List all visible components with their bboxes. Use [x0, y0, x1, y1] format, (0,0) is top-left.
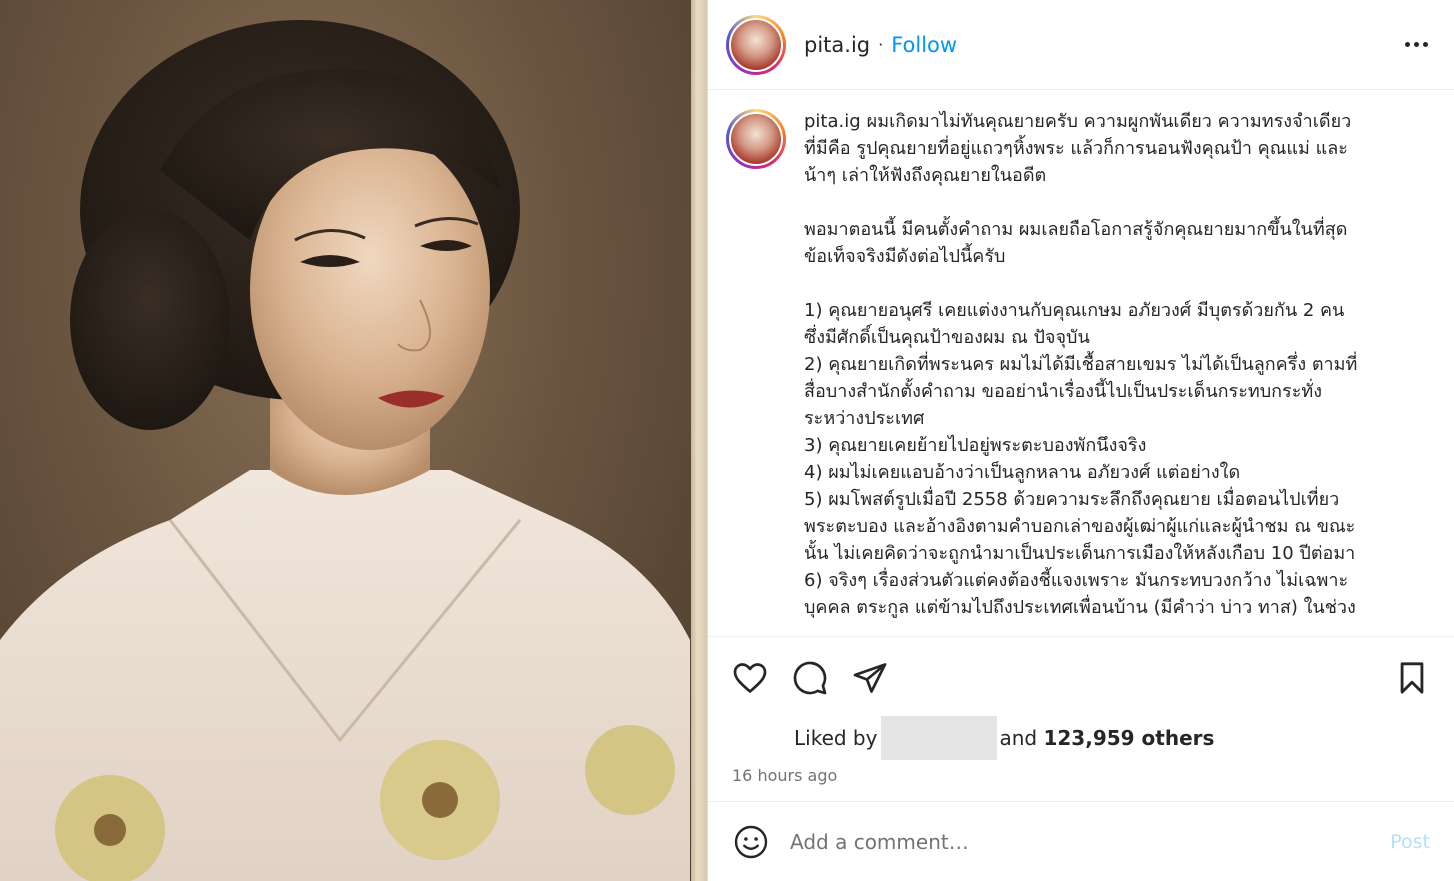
separator-dot: · [878, 35, 884, 54]
caption-avatar[interactable] [726, 109, 786, 169]
likes-and-label: and [999, 726, 1038, 750]
comment-icon[interactable] [790, 658, 830, 698]
comment-input[interactable] [790, 829, 1391, 854]
caption-line: ที่มีคือ รูปคุณยายที่อยู่แถวๆหิ้งพระ แล้… [804, 138, 1348, 159]
comment-bar: Post [708, 801, 1454, 881]
caption-area: pita.ig ผมเกิดมาไม่ทันคุณยายครับ ความผูกพ… [708, 90, 1454, 636]
likes-summary: Liked by and 123,959 others [708, 716, 1454, 760]
post-photo[interactable] [0, 0, 707, 881]
avatar-image [729, 17, 783, 72]
caption-text: pita.ig ผมเกิดมาไม่ทันคุณยายครับ ความผูกพ… [804, 108, 1424, 636]
caption-line: พอมาตอนนี้ มีคนตั้งคำถาม ผมเลยถือโอกาสรู… [804, 219, 1348, 240]
action-bar [708, 636, 1454, 718]
post-sidebar: pita.ig · Follow pita.ig ผมเกิดมาไม่ทันคุ… [707, 0, 1454, 881]
more-options-icon[interactable] [1396, 30, 1436, 60]
caption-line: 5) ผมโพสต์รูปเมื่อปี 2558 ด้วยความระลึกถ… [804, 489, 1340, 510]
instagram-post: pita.ig · Follow pita.ig ผมเกิดมาไม่ทันคุ… [0, 0, 1454, 881]
caption-line: สื่อบางสำนักตั้งคำถาม ขออย่านำเรื่องนี้ไ… [804, 381, 1323, 402]
paper-plane-icon[interactable] [850, 658, 890, 698]
caption-username[interactable]: pita.ig [804, 111, 861, 132]
caption-line: 2) คุณยายเกิดที่พระนคร ผมไม่ได้มีเชื้อสา… [804, 354, 1358, 375]
caption-line [804, 270, 1424, 297]
username-link[interactable]: pita.ig [804, 33, 870, 57]
redacted-liker [881, 716, 998, 760]
caption-line: 4) ผมไม่เคยแอบอ้างว่าเป็นลูกหลาน อภัยวงศ… [804, 462, 1241, 483]
caption-line: ข้อเท็จจริงมีดังต่อไปนี้ครับ [804, 246, 1006, 267]
follow-button[interactable]: Follow [891, 33, 957, 57]
smiley-icon[interactable] [732, 823, 770, 861]
caption-line: 3) คุณยายเคยย้ายไปอยู่พระตะบองพักนึงจริง [804, 435, 1147, 456]
likes-count-link[interactable]: 123,959 others [1043, 726, 1214, 750]
caption-line: พระตะบอง และอ้างอิงตามคำบอกเล่าของผู้เฒ่… [804, 516, 1356, 537]
caption-line: นั้น ไม่เคยคิดว่าจะถูกนำมาเป็นประเด็นการ… [804, 543, 1356, 564]
caption-line: 6) จริงๆ เรื่องส่วนตัวแต่คงต้องชี้แจงเพร… [804, 570, 1349, 591]
post-header: pita.ig · Follow [708, 0, 1454, 90]
avatar[interactable] [726, 14, 786, 75]
caption-line: น้าๆ เล่าให้ฟังถึงคุณยายในอดีต [804, 165, 1047, 186]
bookmark-icon[interactable] [1392, 658, 1432, 698]
post-comment-button[interactable]: Post [1390, 831, 1430, 853]
avatar-image [729, 112, 783, 166]
post-timestamp[interactable]: 16 hours ago [708, 758, 1454, 798]
portrait-image [0, 20, 690, 881]
page-edge [691, 0, 707, 881]
heart-icon[interactable] [730, 658, 770, 698]
caption-line: ระหว่างประเทศ [804, 408, 925, 429]
caption-line: บุคคล ตระกูล แต่ข้ามไปถึงประเทศเพื่อนบ้า… [804, 597, 1356, 618]
liked-by-label: Liked by [794, 726, 878, 750]
caption-line: ซึ่งมีศักดิ์เป็นคุณป้าของผม ณ ปัจจุบัน [804, 327, 1090, 348]
caption-line: ผมเกิดมาไม่ทันคุณยายครับ ความผูกพันเดียว… [866, 111, 1352, 132]
caption-line: 1) คุณยายอนุศรี เคยแต่งงานกับคุณเกษม อภั… [804, 300, 1345, 321]
caption-line [804, 189, 1424, 216]
